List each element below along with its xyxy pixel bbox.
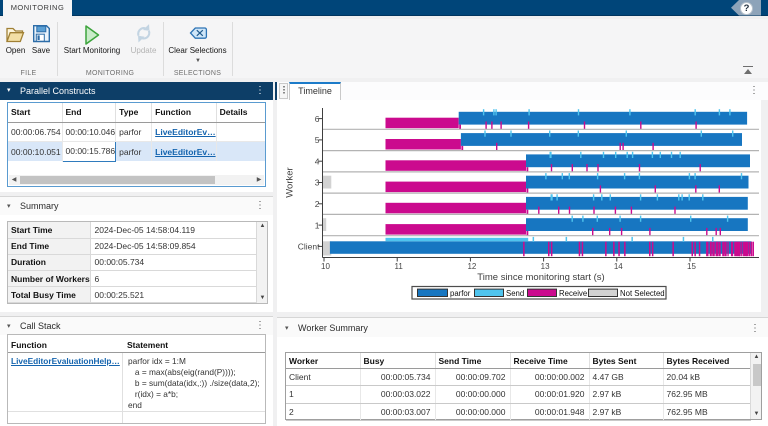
svg-text:5: 5 bbox=[315, 135, 320, 145]
svg-text:6: 6 bbox=[315, 114, 320, 124]
svg-text:Client: Client bbox=[298, 242, 320, 252]
svg-text:11: 11 bbox=[395, 262, 404, 271]
svg-text:Not Selected: Not Selected bbox=[620, 289, 665, 298]
svg-text:1: 1 bbox=[315, 220, 320, 230]
svg-text:Worker: Worker bbox=[285, 167, 296, 197]
svg-text:12: 12 bbox=[467, 262, 476, 271]
svg-text:2: 2 bbox=[315, 199, 320, 209]
svg-text:14: 14 bbox=[614, 262, 623, 271]
svg-text:13: 13 bbox=[541, 262, 550, 271]
svg-text:Time since monitoring start (s: Time since monitoring start (s) bbox=[477, 272, 604, 283]
svg-text:15: 15 bbox=[687, 262, 696, 271]
svg-text:10: 10 bbox=[321, 262, 330, 271]
svg-text:3: 3 bbox=[315, 178, 320, 188]
svg-text:parfor: parfor bbox=[450, 289, 471, 298]
svg-text:4: 4 bbox=[315, 156, 320, 166]
svg-text:Send: Send bbox=[506, 289, 524, 298]
svg-text:Receive: Receive bbox=[559, 289, 587, 298]
